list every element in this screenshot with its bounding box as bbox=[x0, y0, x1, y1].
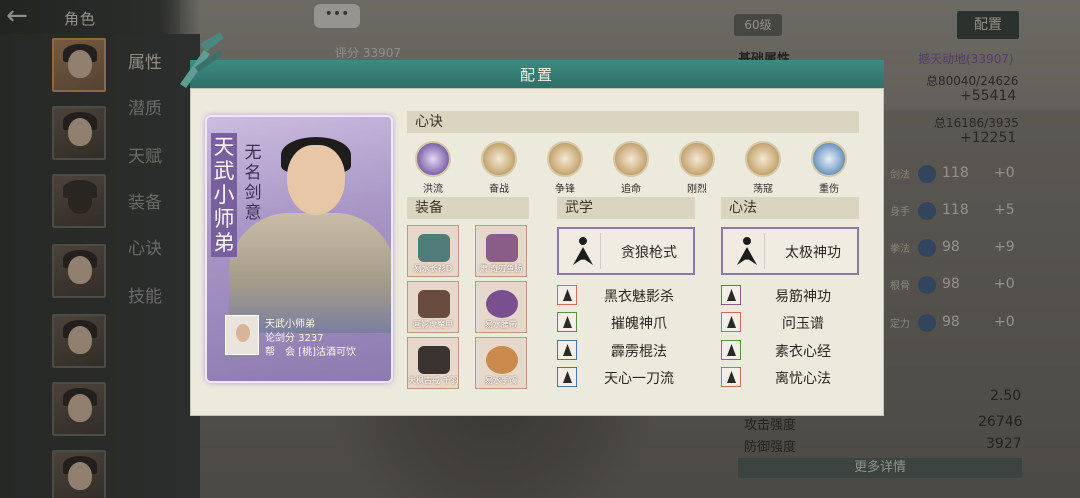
xinfa-item[interactable]: 易筋神功 bbox=[721, 285, 859, 305]
equipment-slot[interactable]: 易水长衫D bbox=[407, 225, 459, 277]
player-name: 天武小师弟 bbox=[265, 319, 315, 330]
belt-icon bbox=[486, 290, 518, 318]
character-name-vertical: 天武小师弟 bbox=[211, 133, 237, 257]
xinjue-skill[interactable]: 荡寇 bbox=[741, 141, 785, 197]
wuxue-item[interactable]: 天心一刀流 bbox=[557, 367, 695, 387]
hat-icon bbox=[418, 234, 450, 262]
wuxue-main-name: 贪狼枪式 bbox=[621, 245, 677, 261]
inner-art-icon bbox=[721, 285, 741, 305]
wuxue-main-slot[interactable]: 贪狼枪式 bbox=[557, 227, 695, 275]
spear-stance-icon bbox=[565, 233, 601, 269]
skill-label: 奋战 bbox=[489, 184, 509, 195]
wuxue-item[interactable]: 摧魄神爪 bbox=[557, 312, 695, 332]
fierce-skill-icon bbox=[679, 141, 715, 177]
skill-label: 追命 bbox=[621, 184, 641, 195]
wuxue-item-name: 摧魄神爪 bbox=[611, 316, 667, 332]
bracelet-icon bbox=[486, 346, 518, 374]
ring-icon bbox=[418, 346, 450, 374]
config-dialog: 配置 天武小师弟 无名剑意 天武小师弟 论剑分 3237 帮 会 [桃]沽酒可饮… bbox=[180, 32, 884, 416]
skill-label: 刚烈 bbox=[687, 184, 707, 195]
sword-score: 论剑分 3237 bbox=[265, 333, 324, 344]
vortex-skill-icon bbox=[415, 141, 451, 177]
guild-name: 帮 会 [桃]沽酒可饮 bbox=[265, 347, 356, 358]
xinjue-header: 心诀 bbox=[407, 111, 859, 133]
xinfa-item-name: 易筋神功 bbox=[775, 289, 831, 305]
inner-art-icon bbox=[721, 340, 741, 360]
character-card: 天武小师弟 无名剑意 天武小师弟 论剑分 3237 帮 会 [桃]沽酒可饮 bbox=[205, 115, 393, 383]
xinfa-main-name: 太极神功 bbox=[785, 245, 841, 261]
dialog-header: 配置 bbox=[190, 60, 884, 88]
chase-skill-icon bbox=[613, 141, 649, 177]
equipment-label: 易水长衫D bbox=[413, 264, 453, 273]
martial-art-icon bbox=[557, 285, 577, 305]
equipment-slot[interactable]: 易水手镯 bbox=[475, 337, 527, 389]
xinjue-skill[interactable]: 重伤 bbox=[807, 141, 851, 197]
taiji-stance-icon bbox=[729, 233, 765, 269]
xinfa-item[interactable]: 问玉谱 bbox=[721, 312, 859, 332]
xinjue-skill[interactable]: 洪流 bbox=[411, 141, 455, 197]
equipment-label: 易水腰带 bbox=[485, 320, 517, 329]
xinfa-item[interactable]: 离忧心法 bbox=[721, 367, 859, 387]
inner-art-icon bbox=[721, 367, 741, 387]
equipment-slot[interactable]: 易水腰带 bbox=[475, 281, 527, 333]
xinfa-item[interactable]: 素衣心经 bbox=[721, 340, 859, 360]
wound-skill-icon bbox=[811, 141, 847, 177]
martial-art-icon bbox=[557, 367, 577, 387]
dialog-body: 天武小师弟 无名剑意 天武小师弟 论剑分 3237 帮 会 [桃]沽酒可饮 心诀… bbox=[190, 88, 884, 416]
xinjue-skill[interactable]: 奋战 bbox=[477, 141, 521, 197]
equipment-label: 画影虎魔甲 bbox=[413, 320, 453, 329]
xinfa-item-name: 离忧心法 bbox=[775, 371, 831, 387]
equipment-slot[interactable]: 肃·奇刃鱼肠 bbox=[475, 225, 527, 277]
dialog-title: 配置 bbox=[519, 66, 554, 84]
wuxue-header: 武学 bbox=[557, 197, 695, 219]
sword-ornament-icon bbox=[180, 32, 224, 88]
xinfa-header: 心法 bbox=[721, 197, 859, 219]
strike-skill-icon bbox=[547, 141, 583, 177]
character-face bbox=[287, 145, 345, 215]
skill-label: 争锋 bbox=[555, 184, 575, 195]
martial-art-icon bbox=[557, 340, 577, 360]
wuxue-item[interactable]: 黑衣魅影杀 bbox=[557, 285, 695, 305]
armor-icon bbox=[418, 290, 450, 318]
blade-icon bbox=[486, 234, 518, 262]
equipment-label: 天枫古戒·千羽 bbox=[408, 376, 458, 385]
equipment-slot[interactable]: 画影虎魔甲 bbox=[407, 281, 459, 333]
xinfa-main-slot[interactable]: 太极神功 bbox=[721, 227, 859, 275]
skill-label: 荡寇 bbox=[753, 184, 773, 195]
skill-label: 重伤 bbox=[819, 184, 839, 195]
fist-skill-icon bbox=[481, 141, 517, 177]
character-title-vertical: 无名剑意 bbox=[244, 143, 262, 223]
equipment-slot[interactable]: 天枫古戒·千羽 bbox=[407, 337, 459, 389]
player-info: 天武小师弟 论剑分 3237 帮 会 [桃]沽酒可饮 bbox=[225, 315, 375, 373]
equipment-header: 装备 bbox=[407, 197, 529, 219]
wuxue-item-name: 霹雳棍法 bbox=[611, 344, 667, 360]
xinjue-skill[interactable]: 追命 bbox=[609, 141, 653, 197]
wuxue-item-name: 天心一刀流 bbox=[604, 371, 674, 387]
skill-label: 洪流 bbox=[423, 184, 443, 195]
equipment-label: 肃·奇刃鱼肠 bbox=[479, 264, 523, 273]
wuxue-item-name: 黑衣魅影杀 bbox=[604, 289, 674, 305]
xinfa-item-name: 素衣心经 bbox=[775, 344, 831, 360]
sweep-skill-icon bbox=[745, 141, 781, 177]
xinfa-item-name: 问玉谱 bbox=[782, 316, 824, 332]
xinjue-skill[interactable]: 争锋 bbox=[543, 141, 587, 197]
inner-art-icon bbox=[721, 312, 741, 332]
wuxue-item[interactable]: 霹雳棍法 bbox=[557, 340, 695, 360]
xinjue-skill[interactable]: 刚烈 bbox=[675, 141, 719, 197]
equipment-label: 易水手镯 bbox=[485, 376, 517, 385]
player-avatar bbox=[225, 315, 259, 355]
martial-art-icon bbox=[557, 312, 577, 332]
